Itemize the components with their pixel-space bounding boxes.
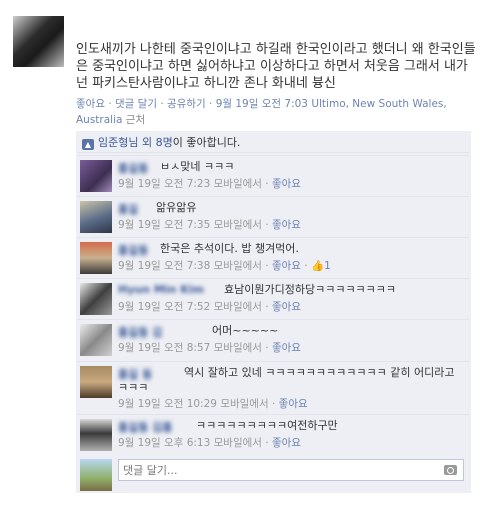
comment-item: 홍길 앎유앎유 9월 19일 오전 7:35 모바일에서 · 좋아요 (78, 196, 469, 237)
commenter-avatar[interactable] (80, 324, 112, 356)
thumbs-up-icon: 👍 (310, 260, 325, 272)
comment-item: 홍길동 한국은 추석이다. 밥 챙겨먹어. 9월 19일 오전 7:38 모바일… (78, 237, 469, 278)
meta-separator: · (160, 98, 164, 110)
post-text: 인도새끼가 나한테 중국인이냐고 하길래 한국인이라고 했더니 왜 한국인들은 … (76, 42, 476, 91)
comment-time[interactable]: 9월 19일 오전 8:57 (118, 342, 210, 354)
comment-device: 모바일에서 (213, 219, 262, 231)
comment-item: 홍길동 김 어머~~~~~ 9월 19일 오전 8:57 모바일에서 · 좋아요 (78, 319, 469, 361)
comment-text: 역시 잘하고 있네 ㅋㅋㅋㅋㅋㅋㅋㅋㅋㅋㅋㅋ 같히 어디라고 ㅋㅋㅋ (118, 366, 455, 394)
comment-meta: 9월 19일 오전 8:57 모바일에서 · 좋아요 (118, 340, 301, 355)
meta-separator: · (265, 342, 269, 354)
comment-meta: 9월 19일 오전 7:52 모바일에서 · 좋아요 (118, 299, 301, 314)
thumbs-up-icon: ▲ (82, 139, 94, 150)
post-comment-link[interactable]: 댓글 달기 (115, 98, 157, 110)
commenter-name[interactable]: 홍길동 (118, 160, 148, 176)
reply-input[interactable]: 댓글 달기... (118, 459, 464, 481)
likes-summary: ▲ 임준형님 외 8명이 좋아합니다. (78, 134, 469, 153)
commenter-name[interactable]: 홍길동 (118, 242, 148, 258)
comment-device: 모바일에서 (213, 301, 262, 313)
comment-like-link[interactable]: 좋아요 (272, 219, 301, 231)
camera-icon[interactable] (444, 465, 457, 475)
post-share-link[interactable]: 공유하기 (167, 98, 206, 110)
commenter-name[interactable]: 홍길동 김홍 (118, 419, 172, 435)
likes-names[interactable]: 임준형님 외 8명 (98, 136, 173, 149)
post-like-link[interactable]: 좋아요 (76, 98, 105, 110)
comment-time[interactable]: 9월 19일 오전 7:52 (118, 301, 210, 313)
commenter-name[interactable]: Hyun Min Kim (118, 283, 204, 296)
commenter-avatar[interactable] (80, 419, 112, 451)
comment-item: Hyun Min Kim 효남이뭔가디정하당ㅋㅋㅋㅋㅋㅋㅋㅋ 9월 19일 오전… (78, 278, 469, 319)
comment-device: 모바일에서 (213, 342, 262, 354)
meta-separator: · (209, 98, 213, 110)
comment-time[interactable]: 9월 19일 오전 7:38 (118, 260, 210, 272)
commenter-avatar[interactable] (80, 242, 112, 274)
comment-device: 모바일에서 (220, 398, 269, 410)
comment-time[interactable]: 9월 19일 오후 6:13 (118, 437, 210, 449)
meta-separator: · (265, 219, 269, 231)
meta-separator: · (265, 437, 269, 449)
comment-device: 모바일에서 (213, 437, 262, 449)
comment-text: 어머~~~~~ (212, 324, 279, 337)
meta-separator: · (265, 301, 269, 313)
commenter-avatar[interactable] (80, 366, 112, 398)
like-count: 1 (324, 260, 331, 272)
meta-separator: · (265, 178, 269, 190)
comment-like-link[interactable]: 좋아요 (272, 437, 301, 449)
reply-placeholder: 댓글 달기... (123, 464, 178, 477)
comment-item: 홍길동 김홍 ㅋㅋㅋㅋㅋㅋㅋㅋㅋ여전하구만 9월 19일 오후 6:13 모바일… (78, 414, 469, 455)
poster-avatar[interactable] (13, 16, 64, 67)
comment-device: 모바일에서 (213, 178, 262, 190)
comment-like-count[interactable]: 👍1 (311, 260, 331, 272)
comment-text: 효남이뭔가디정하당ㅋㅋㅋㅋㅋㅋㅋㅋ (224, 283, 397, 296)
likes-suffix: 이 좋아합니다. (172, 136, 241, 149)
comment-text: ㅋㅋㅋㅋㅋㅋㅋㅋㅋ여전하구만 (196, 419, 338, 432)
meta-separator: · (108, 98, 112, 110)
commenter-avatar[interactable] (80, 201, 112, 233)
comment-text: 앎유앎유 (156, 201, 197, 214)
post-timestamp[interactable]: 9월 19일 오전 7:03 (216, 98, 308, 110)
comment-like-link[interactable]: 좋아요 (272, 178, 301, 190)
comment-time[interactable]: 9월 19일 오전 7:23 (118, 178, 210, 190)
comment-meta: 9월 19일 오전 7:38 모바일에서 · 좋아요 · 👍1 (118, 258, 331, 273)
comment-like-link[interactable]: 좋아요 (272, 301, 301, 313)
comment-item: 홍길 동 역시 잘하고 있네 ㅋㅋㅋㅋㅋㅋㅋㅋㅋㅋㅋㅋ 같히 어디라고 ㅋㅋㅋ … (78, 361, 469, 414)
comment-like-link[interactable]: 좋아요 (272, 260, 301, 272)
comment-text: 한국은 추석이다. 밥 챙겨먹어. (160, 242, 299, 255)
commenter-name[interactable]: 홍길동 김 (118, 324, 162, 340)
comment-like-link[interactable]: 좋아요 (272, 342, 301, 354)
comment-time[interactable]: 9월 19일 오전 10:29 (118, 398, 217, 410)
commenter-avatar[interactable] (80, 283, 112, 315)
reply-avatar (80, 459, 112, 491)
meta-separator: · (304, 260, 308, 272)
comment-meta: 9월 19일 오전 7:35 모바일에서 · 좋아요 (118, 217, 301, 232)
meta-separator: · (271, 398, 276, 410)
comment-time[interactable]: 9월 19일 오전 7:35 (118, 219, 210, 231)
post-nearby: 근처 (125, 114, 146, 126)
comment-device: 모바일에서 (213, 260, 262, 272)
comment-like-link[interactable]: 좋아요 (279, 398, 308, 410)
comment-item: 홍길동 ㅂㅅ맞네 ㅋㅋㅋ 9월 19일 오전 7:23 모바일에서 · 좋아요 (78, 155, 469, 196)
commenter-avatar[interactable] (80, 160, 112, 192)
comment-meta: 9월 19일 오전 7:23 모바일에서 · 좋아요 (118, 176, 301, 191)
comment-text: ㅂㅅ맞네 ㅋㅋㅋ (160, 160, 235, 173)
commenter-name[interactable]: 홍길 (118, 201, 138, 217)
comment-meta: 9월 19일 오전 10:29 모바일에서 · 좋아요 (118, 396, 308, 411)
meta-separator: · (265, 260, 269, 272)
post-meta: 좋아요 · 댓글 달기 · 공유하기 · 9월 19일 오전 7:03 Ulti… (76, 96, 471, 128)
comment-meta: 9월 19일 오후 6:13 모바일에서 · 좋아요 (118, 435, 301, 450)
